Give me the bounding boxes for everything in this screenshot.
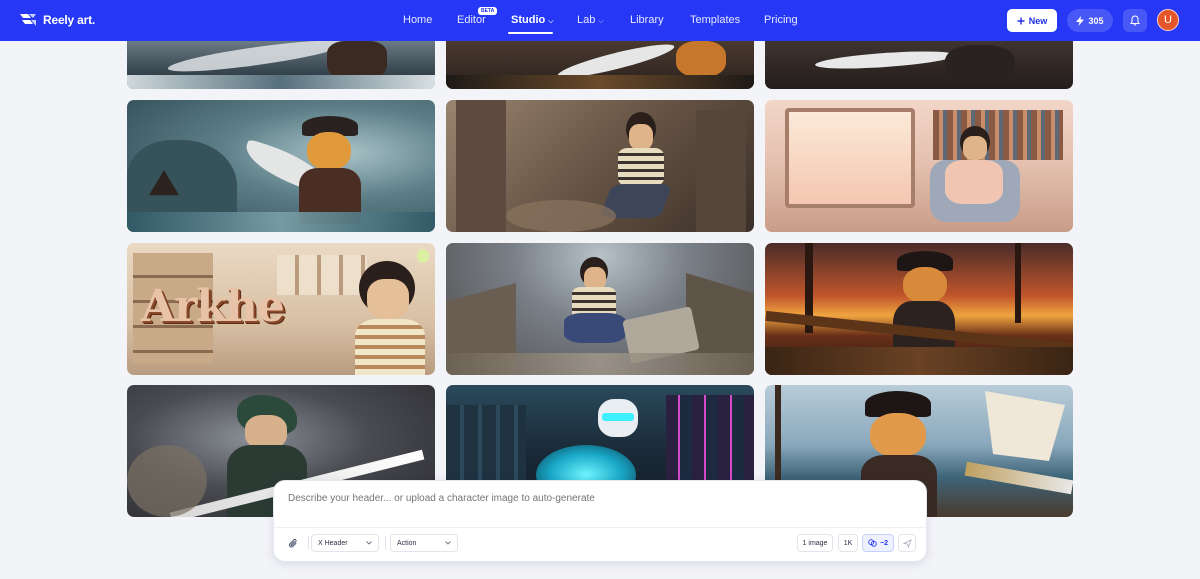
gallery-item-2[interactable] [446, 41, 754, 89]
nav-lab-label: Lab [577, 14, 596, 26]
nav-templates[interactable]: Templates [690, 14, 740, 26]
reely-logo-icon [20, 14, 36, 26]
waves [127, 212, 435, 232]
face [245, 415, 287, 449]
striped-sweater [355, 319, 425, 375]
credits-button[interactable]: 305 [1067, 9, 1113, 32]
wall-frames [277, 255, 367, 295]
image-count-pill[interactable]: 1 image [797, 534, 833, 552]
visor [602, 413, 634, 421]
new-button-label: New [1028, 15, 1048, 26]
brand-name: Reely art. [43, 13, 96, 27]
pillar [696, 110, 746, 232]
gallery-item-8[interactable] [446, 243, 754, 375]
separator [308, 536, 309, 550]
style-select-value: Action [397, 539, 417, 547]
active-tab-indicator [508, 32, 553, 34]
lightning-icon [1076, 15, 1085, 26]
pillar [456, 100, 506, 232]
format-select[interactable]: X Header [311, 534, 379, 552]
brand-logo[interactable]: Reely art. [19, 12, 95, 28]
credit-cost-pill[interactable]: −2 [862, 534, 894, 552]
resolution-pill[interactable]: 1K [838, 534, 858, 552]
nav-library[interactable]: Library [630, 14, 664, 26]
gallery-item-9[interactable] [765, 243, 1073, 375]
dust [127, 445, 207, 517]
figure [945, 45, 1015, 85]
arkhe-lettering: Arkhe [141, 281, 285, 332]
face [367, 279, 409, 319]
ground [446, 75, 754, 89]
separator [385, 536, 386, 550]
new-button[interactable]: New [1007, 9, 1057, 32]
beta-badge: BETA [478, 7, 498, 15]
top-nav: Reely art. Home Editor BETA Studio ⌵ Lab ⌵… [0, 0, 1200, 41]
figure [676, 41, 726, 77]
gallery-item-4[interactable] [127, 100, 435, 232]
nav-editor[interactable]: Editor [457, 14, 486, 26]
gallery-item-3[interactable] [765, 41, 1073, 89]
attach-button[interactable] [285, 535, 301, 551]
send-icon [902, 538, 912, 548]
nav-pricing[interactable]: Pricing [764, 14, 798, 26]
prompt-input[interactable] [288, 493, 908, 504]
window [785, 108, 915, 208]
face [629, 124, 653, 150]
mast [1015, 243, 1021, 323]
chevron-down-icon: ⌵ [548, 18, 554, 25]
striped-sweater [618, 148, 664, 186]
legs [564, 313, 626, 343]
coins-icon [868, 539, 877, 547]
format-select-value: X Header [318, 539, 348, 547]
blanket [945, 160, 1003, 204]
nav-studio[interactable]: Studio ⌵ [511, 14, 554, 26]
dust [446, 353, 754, 375]
prompt-composer: X Header Action 1 image 1K −2 [273, 480, 927, 562]
gallery-image [765, 41, 1073, 89]
chevron-down-icon: ⌵ [598, 18, 604, 25]
divider [274, 527, 926, 528]
gallery-item-1[interactable] [127, 41, 435, 89]
chevron-down-icon [445, 541, 451, 545]
style-select[interactable]: Action [390, 534, 458, 552]
bell-icon [1130, 15, 1140, 26]
notifications-button[interactable] [1123, 9, 1147, 32]
gallery-item-6[interactable] [765, 100, 1073, 232]
gallery-item-5[interactable] [446, 100, 754, 232]
plus-icon [1017, 17, 1025, 24]
nav-home[interactable]: Home [403, 14, 432, 26]
paperclip-icon [288, 538, 297, 547]
dust [506, 200, 616, 232]
user-avatar[interactable]: U [1157, 9, 1179, 31]
mast [775, 385, 781, 495]
sea-foam [127, 75, 435, 89]
cat-head [903, 267, 947, 303]
credits-count: 305 [1088, 15, 1104, 26]
bookshelf [933, 110, 1063, 160]
chevron-down-icon [366, 541, 372, 545]
cat-head [870, 413, 926, 457]
lamp [417, 249, 429, 263]
nav-studio-label: Studio [511, 14, 546, 26]
face [963, 136, 987, 160]
send-button[interactable] [898, 534, 916, 552]
gallery-item-7[interactable]: Arkhe [127, 243, 435, 375]
cat-head [307, 132, 351, 170]
nav-lab[interactable]: Lab ⌵ [577, 14, 604, 26]
deck [765, 347, 1073, 375]
credit-cost-value: −2 [880, 539, 888, 547]
